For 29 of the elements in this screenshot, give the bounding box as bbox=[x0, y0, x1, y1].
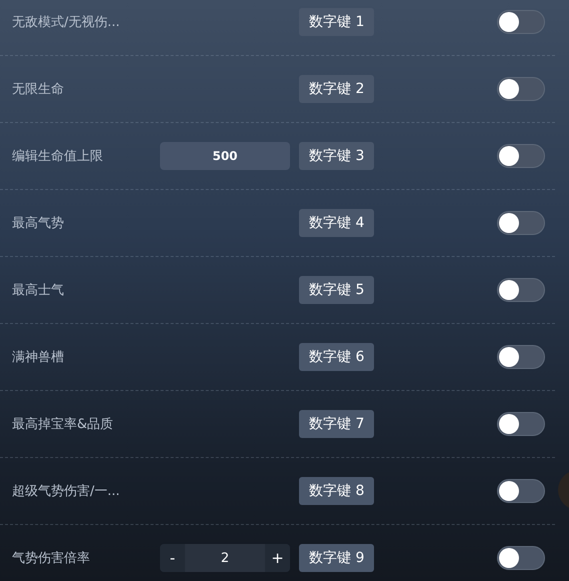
stepper-value[interactable]: 2 bbox=[185, 544, 265, 572]
toggle-switch[interactable] bbox=[497, 144, 545, 168]
value-field[interactable]: 500 bbox=[160, 142, 290, 170]
hotkey-badge: 数字键 2 bbox=[299, 75, 374, 103]
cheat-label: 满神兽槽 bbox=[12, 349, 65, 366]
hotkey-badge: 数字键 3 bbox=[299, 142, 374, 170]
hotkey-badge: 数字键 5 bbox=[299, 276, 374, 304]
hotkey-badge: 数字键 9 bbox=[299, 544, 374, 572]
hotkey-badge: 数字键 7 bbox=[299, 410, 374, 438]
cheat-label: 最高掉宝率&品质 bbox=[12, 416, 114, 433]
toggle-switch[interactable] bbox=[497, 77, 545, 101]
hotkey-badge: 数字键 4 bbox=[299, 209, 374, 237]
hotkey-badge: 数字键 1 bbox=[299, 8, 374, 36]
cheat-label: 气势伤害倍率 bbox=[12, 550, 91, 567]
toggle-switch[interactable] bbox=[497, 10, 545, 34]
toggle-switch[interactable] bbox=[497, 546, 545, 570]
cheat-label: 超级气势伤害/一... bbox=[12, 483, 121, 500]
cheat-label: 无限生命 bbox=[12, 81, 65, 98]
cheat-label: 编辑生命值上限 bbox=[12, 148, 104, 165]
cheat-label: 无敌模式/无视伤... bbox=[12, 14, 121, 31]
cheat-label: 最高气势 bbox=[12, 215, 65, 232]
toggle-switch[interactable] bbox=[497, 345, 545, 369]
cheat-label: 最高士气 bbox=[12, 282, 65, 299]
hotkey-badge: 数字键 8 bbox=[299, 477, 374, 505]
hotkey-badge: 数字键 6 bbox=[299, 343, 374, 371]
toggle-switch[interactable] bbox=[497, 211, 545, 235]
toggle-switch[interactable] bbox=[497, 278, 545, 302]
toggle-switch[interactable] bbox=[497, 412, 545, 436]
toggle-switch[interactable] bbox=[497, 479, 545, 503]
